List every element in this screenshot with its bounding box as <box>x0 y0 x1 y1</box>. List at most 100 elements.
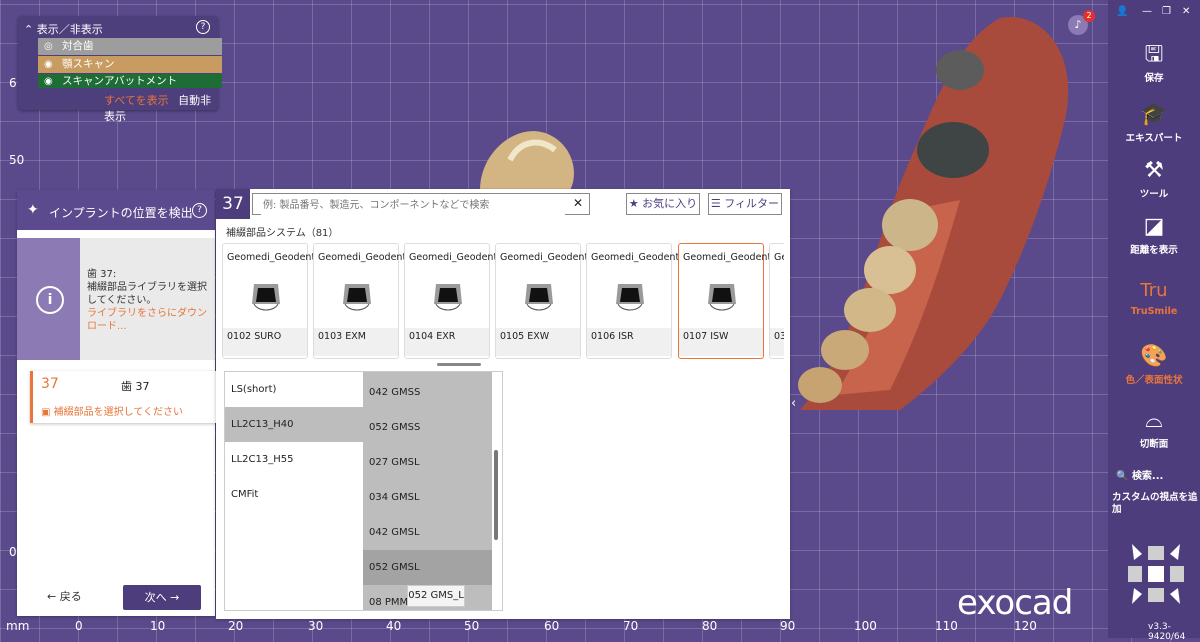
toolbar-label: 距離を表示 <box>1130 245 1178 256</box>
library-card[interactable]: Geomedi_Geodent 0106 ISR <box>586 243 679 359</box>
arrow-left-icon: ← <box>47 590 60 603</box>
minimize-icon[interactable]: — <box>1142 6 1152 17</box>
toolbar-label: 切断面 <box>1139 439 1169 450</box>
view-cube-icon[interactable] <box>1116 534 1196 614</box>
card-brand: Geomedi_Geodent <box>500 252 589 263</box>
abutment-icon <box>616 284 644 311</box>
color-texture-button[interactable]: 🎨 色／表面性状 <box>1108 344 1200 386</box>
chevron-up-icon: ⌃ <box>24 23 37 36</box>
list-item[interactable]: 027 GMSL <box>363 445 492 480</box>
save-icon: 🖫 <box>1144 42 1164 67</box>
filter-button[interactable]: ☰ フィルター <box>708 193 782 215</box>
save-button[interactable]: 🖫 保存 <box>1108 42 1200 84</box>
library-card[interactable]: Geomedi_Geodent 0103 EXM <box>313 243 406 359</box>
eye-icon[interactable]: ◉ <box>44 75 62 88</box>
x-axis-tick: 110 <box>935 619 958 633</box>
notification-badge: 2 <box>1083 10 1095 22</box>
visibility-row-jaw-scan[interactable]: ◉ 顎スキャン <box>38 56 222 73</box>
size-list: 042 GMSS 052 GMSS 027 GMSL 034 GMSL 042 … <box>363 372 492 610</box>
arrow-right-icon: → <box>166 591 180 604</box>
list-item[interactable]: LL2C13_H55 <box>225 442 363 477</box>
user-icon[interactable]: 👤 <box>1116 6 1128 17</box>
list-item[interactable]: 034 GMSL <box>363 480 492 515</box>
back-button[interactable]: ← 戻る <box>47 588 82 604</box>
clear-icon[interactable]: ✕ <box>573 196 583 210</box>
visibility-row-label: 顎スキャン <box>62 58 115 70</box>
x-axis-tick: 80 <box>702 619 718 633</box>
close-icon[interactable]: ✕ <box>1182 6 1190 17</box>
help-icon[interactable]: ? <box>196 20 210 34</box>
tooth-card[interactable]: 37 歯 37 ▣ 補綴部品を選択してください <box>30 371 217 423</box>
version-label: v3.3-9420/64 <box>1148 622 1186 642</box>
card-brand: Geomedi_Geodent <box>591 252 680 263</box>
abutment-icon <box>434 284 462 311</box>
cut-plane-button[interactable]: ⌓ 切断面 <box>1108 408 1200 450</box>
tools-button[interactable]: ⚒ ツール <box>1108 158 1200 200</box>
add-custom-view-button[interactable]: カスタムの視点を追加 <box>1112 492 1200 516</box>
search-field[interactable]: ✕ <box>252 193 590 215</box>
x-axis-tick: 50 <box>464 619 480 633</box>
tooth-number: 37 <box>41 376 59 392</box>
x-axis-unit: mm <box>6 619 30 633</box>
abutment-icon <box>343 284 371 311</box>
eye-off-icon[interactable]: ◎ <box>44 38 62 55</box>
list-item-selected[interactable]: 052 GMSL <box>363 550 492 585</box>
toolbar-search-label: 検索... <box>1131 471 1164 482</box>
filter-icon: ☰ <box>710 197 725 210</box>
download-more-link[interactable]: ライブラリをさらにダウンロード... <box>87 307 211 333</box>
visibility-row-label: 対合歯 <box>62 40 94 52</box>
scrollbar[interactable] <box>494 450 498 540</box>
favorites-button[interactable]: ★ お気に入り <box>626 193 700 215</box>
library-card[interactable]: Geomedi_Geodent 0105 EXW <box>495 243 588 359</box>
variant-list: LS(short) LL2C13_H40 LL2C13_H55 CMFit 04… <box>224 371 503 611</box>
tooltip: 052 GMS_L <box>407 585 465 607</box>
toolbar-label: 保存 <box>1144 73 1164 84</box>
card-brand: Geomedi_Geodent <box>409 252 498 263</box>
library-card[interactable]: Ge 030 <box>769 243 784 359</box>
magic-wand-icon: ✦ <box>27 202 39 218</box>
card-brand: Geomedi_Geodent <box>227 252 316 263</box>
library-card[interactable]: Geomedi_Geodent 0104 EXR <box>404 243 497 359</box>
next-button[interactable]: 次へ → <box>123 585 201 610</box>
library-card-selected[interactable]: Geomedi_Geodent 0107 ISW <box>678 243 771 359</box>
filter-label: フィルター <box>724 197 780 210</box>
card-brand: Geomedi_Geodent <box>683 252 772 263</box>
card-code: 0103 EXM <box>314 328 398 356</box>
toolbar-search[interactable]: 🔍 検索... <box>1116 467 1163 482</box>
help-icon[interactable]: ? <box>192 203 207 218</box>
trusmile-button[interactable]: Tru TruSmile <box>1108 278 1200 317</box>
x-axis-tick: 40 <box>386 619 402 633</box>
eye-icon[interactable]: ◉ <box>44 56 62 73</box>
card-code: 0106 ISR <box>587 328 671 356</box>
x-axis-tick: 0 <box>75 619 83 633</box>
resize-handle[interactable] <box>437 363 481 366</box>
search-input[interactable] <box>261 195 565 215</box>
abutment-icon <box>252 284 280 311</box>
tools-icon: ⚒ <box>1144 158 1164 183</box>
x-axis-tick: 30 <box>308 619 324 633</box>
show-distance-button[interactable]: ◪ 距離を表示 <box>1108 214 1200 256</box>
info-message: 補綴部品ライブラリを選択してください。 <box>87 282 207 306</box>
list-item[interactable]: 042 GMSS <box>363 375 492 410</box>
tooth-warning-text: 補綴部品を選択してください <box>53 407 184 418</box>
list-item[interactable]: LS(short) <box>225 372 363 407</box>
x-axis-tick: 70 <box>623 619 639 633</box>
show-all-link[interactable]: すべてを表示 <box>104 94 169 107</box>
visibility-row-antagonist[interactable]: ◎ 対合歯 <box>38 38 222 55</box>
chevron-left-icon[interactable]: ‹ <box>791 396 796 411</box>
card-code: 0102 SURO <box>223 328 307 356</box>
exocad-logo: exocad <box>957 583 1073 623</box>
expert-button[interactable]: 🎓 エキスパート <box>1108 102 1200 144</box>
list-item[interactable]: 052 GMSS <box>363 410 492 445</box>
visibility-panel-header[interactable]: ⌃ 表示／非表示 <box>24 21 103 37</box>
toolbar-label: TruSmile <box>1130 306 1178 317</box>
library-subtitle: 補綴部品システム（81） <box>226 228 339 239</box>
list-item[interactable]: 042 GMSL <box>363 515 492 550</box>
list-item[interactable]: CMFit <box>225 477 363 512</box>
library-card[interactable]: Geomedi_Geodent 0102 SURO <box>222 243 315 359</box>
visibility-row-scan-abutment[interactable]: ◉ スキャンアバットメント <box>38 74 222 88</box>
restore-icon[interactable]: ❐ <box>1162 6 1171 17</box>
palette-icon: 🎨 <box>1140 344 1168 369</box>
list-item-selected[interactable]: LL2C13_H40 <box>225 407 363 442</box>
back-label: 戻る <box>59 590 82 603</box>
